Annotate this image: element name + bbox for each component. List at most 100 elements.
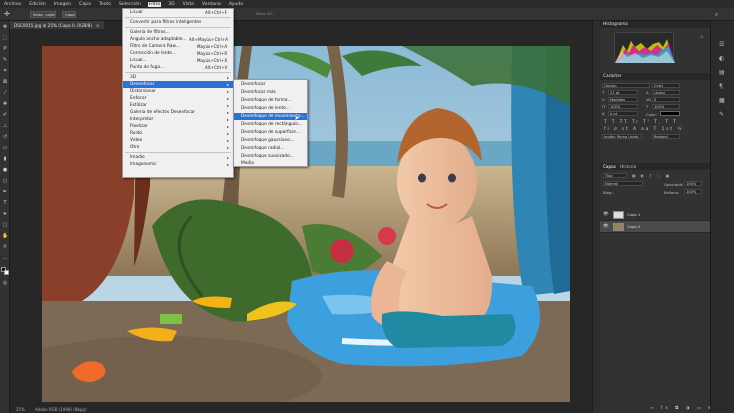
layer-dropdown[interactable]: Capa [62, 11, 76, 18]
opentype-buttons[interactable]: fi ơ st A aa T 1st ½ [604, 126, 683, 131]
frame-icon[interactable]: ⊠ [2, 79, 8, 85]
blend-mode-select[interactable]: Normal [603, 181, 643, 186]
menu-item-blur-gallery[interactable]: Galería de efectos Desenfocar ▸ [123, 109, 233, 116]
zoom-level[interactable]: 25% [16, 407, 25, 412]
lasso-icon[interactable]: ᑭ [2, 46, 8, 52]
menu-item-noise[interactable]: Ruido ▸ [123, 130, 233, 137]
menu-edicion[interactable]: Edición [28, 2, 47, 7]
search-icon[interactable]: ⌕ [715, 11, 722, 18]
gradient-icon[interactable]: ▮ [2, 156, 8, 162]
menu-item-stylize[interactable]: Estilizar ▸ [123, 102, 233, 109]
menu-item-imagenomic[interactable]: Imagenomic ▸ [123, 161, 233, 168]
baseline-field[interactable]: 0 pt [608, 111, 638, 116]
swatches-icon[interactable]: ▦ [719, 97, 725, 104]
kerning-field[interactable]: Medidas [608, 97, 638, 102]
submenu-item-smart-blur[interactable]: Desenfoque suavizado... [234, 153, 307, 160]
font-style-select[interactable]: Cnd1 [652, 83, 680, 88]
blur-icon[interactable]: ● [2, 167, 8, 173]
menu-item-lens-correction[interactable]: Corrección de lente... Mayús+Ctrl+R [123, 50, 233, 57]
marquee-icon[interactable]: ⬚ [2, 35, 8, 41]
path-select-icon[interactable]: ➤ [2, 211, 8, 217]
close-tab-icon[interactable]: × [96, 23, 100, 28]
submenu-item-average[interactable]: Media [234, 160, 307, 167]
language-select[interactable]: Inglés: Reino Unido [602, 134, 642, 139]
menu-ayuda[interactable]: Ayuda [228, 2, 244, 7]
menu-texto[interactable]: Texto [98, 2, 112, 7]
layer-filter-kind[interactable]: Tipo [603, 173, 627, 178]
menu-capa[interactable]: Capa [78, 2, 92, 7]
menu-item-filter-gallery[interactable]: Galería de filtros... [123, 29, 233, 36]
paragraph-icon[interactable]: ¶ [719, 83, 723, 90]
dodge-icon[interactable]: ○ [2, 178, 8, 184]
tab-layers[interactable]: Capas [603, 164, 616, 169]
eyedropper-icon[interactable]: ⁄ [2, 90, 8, 96]
menu-item-camera-raw[interactable]: Filtro de Camera Raw... Mayús+Ctrl+A [123, 43, 233, 50]
opacity-field[interactable]: 100% [684, 181, 702, 186]
submenu-item-box-blur[interactable]: Desenfoque de rectángulo... [234, 121, 307, 128]
menu-item-pixelate[interactable]: Pixelizar ▸ [123, 123, 233, 130]
zoom-icon[interactable]: ⚲ [2, 244, 8, 250]
leading-field[interactable]: (Auto) [652, 90, 680, 95]
quick-mask-icon[interactable]: ◎ [2, 280, 8, 286]
menu-item-imadio[interactable]: Imadio ▸ [123, 154, 233, 161]
properties-icon[interactable]: ☰ [719, 41, 724, 48]
submenu-item-blur-more[interactable]: Desenfocar más [234, 89, 307, 96]
menu-item-distort[interactable]: Distorsionar ▸ [123, 88, 233, 95]
tab-history[interactable]: Historia [620, 164, 636, 169]
brush-icon[interactable]: ✐ [2, 112, 8, 118]
menu-imagen[interactable]: Imagen [53, 2, 72, 7]
layer-row[interactable]: 👁 Capa 1 [600, 209, 710, 221]
character-title[interactable]: Carácter [600, 73, 710, 80]
crop-icon[interactable]: ⌗ [2, 68, 8, 74]
stamp-icon[interactable]: ⊥ [2, 123, 8, 129]
submenu-item-radial-blur[interactable]: Desenfoque radial... [234, 145, 307, 152]
vertical-scale-field[interactable]: 100% [608, 104, 638, 109]
histogram-warning-icon[interactable]: ⚠ [700, 34, 704, 39]
menu-item-liquify[interactable]: Licuar... Mayús+Ctrl+X [123, 57, 233, 64]
menu-ventana[interactable]: Ventana [201, 2, 222, 7]
submenu-item-lens-blur[interactable]: Desenfoque de lente... [234, 105, 307, 112]
shape-icon[interactable]: ▢ [2, 222, 8, 228]
font-family-select[interactable]: Opcion [602, 83, 650, 88]
document-tab[interactable]: DSC0015.jpg al 25% (Capa 0, RGB/8) × [10, 21, 104, 29]
antialias-select[interactable]: Redond. [652, 134, 680, 139]
text-color-swatch[interactable] [660, 111, 680, 116]
tracking-field[interactable]: 0 [652, 97, 680, 102]
menu-item-3d[interactable]: 3D ▸ [123, 74, 233, 81]
eraser-icon[interactable]: ▭ [2, 145, 8, 151]
submenu-item-gaussian-blur[interactable]: Desenfoque gaussiano... [234, 137, 307, 144]
layer-row-selected[interactable]: 👁 Capa 0 [600, 221, 710, 233]
menu-seleccion[interactable]: Selección [118, 2, 142, 7]
move-icon[interactable]: ✥ [2, 24, 8, 30]
libraries-icon[interactable]: ▤ [719, 69, 725, 76]
move-tool-icon[interactable]: ✛ [4, 11, 11, 18]
layer-filter-icons[interactable]: ▦ ◐ T ⬚ ▣ [632, 173, 671, 178]
menu-3d[interactable]: 3D [167, 2, 175, 7]
font-size-field[interactable]: 21 pt [608, 90, 638, 95]
menu-item-render[interactable]: Interpretar ▸ [123, 116, 233, 123]
quick-select-icon[interactable]: ✎ [2, 57, 8, 63]
submenu-item-blur[interactable]: Desenfocar [234, 81, 307, 88]
menu-item-vanishing-point[interactable]: Punto de fuga... Alt+Ctrl+V [123, 64, 233, 71]
menu-item-convert-smart[interactable]: Convertir para filtros inteligentes [123, 19, 233, 26]
menu-filtro[interactable]: Filtro [147, 1, 162, 7]
menu-vista[interactable]: Vista [182, 2, 195, 7]
healing-icon[interactable]: ✚ [2, 101, 8, 107]
menu-item-other[interactable]: Otro ▸ [123, 144, 233, 151]
menu-item-adaptive-wide[interactable]: Ángulo ancho adaptable... Alt+Mayús+Ctrl+… [123, 36, 233, 43]
menu-item-blur[interactable]: Desenfocar ▸ [123, 81, 233, 88]
text-style-buttons[interactable]: T T TT Tr T' T, T T [604, 119, 678, 124]
visibility-eye-icon[interactable]: 👁 [603, 224, 609, 229]
paths-icon[interactable]: ✎ [719, 111, 724, 118]
background-color-swatch[interactable] [4, 270, 9, 275]
horizontal-scale-field[interactable]: 100% [652, 104, 680, 109]
history-brush-icon[interactable]: ↺ [2, 134, 8, 140]
more-tools-icon[interactable]: … [2, 255, 8, 261]
hand-icon[interactable]: ✋ [2, 233, 8, 239]
visibility-eye-icon[interactable]: 👁 [603, 212, 609, 217]
adjustments-icon[interactable]: ◐ [719, 55, 724, 62]
pen-icon[interactable]: ✒ [2, 189, 8, 195]
menu-item-licuar[interactable]: Licuar Alt+Ctrl+F [123, 9, 233, 16]
submenu-item-shape-blur[interactable]: Desenfoque de forma... [234, 97, 307, 104]
menu-archivo[interactable]: Archivo [3, 2, 22, 7]
